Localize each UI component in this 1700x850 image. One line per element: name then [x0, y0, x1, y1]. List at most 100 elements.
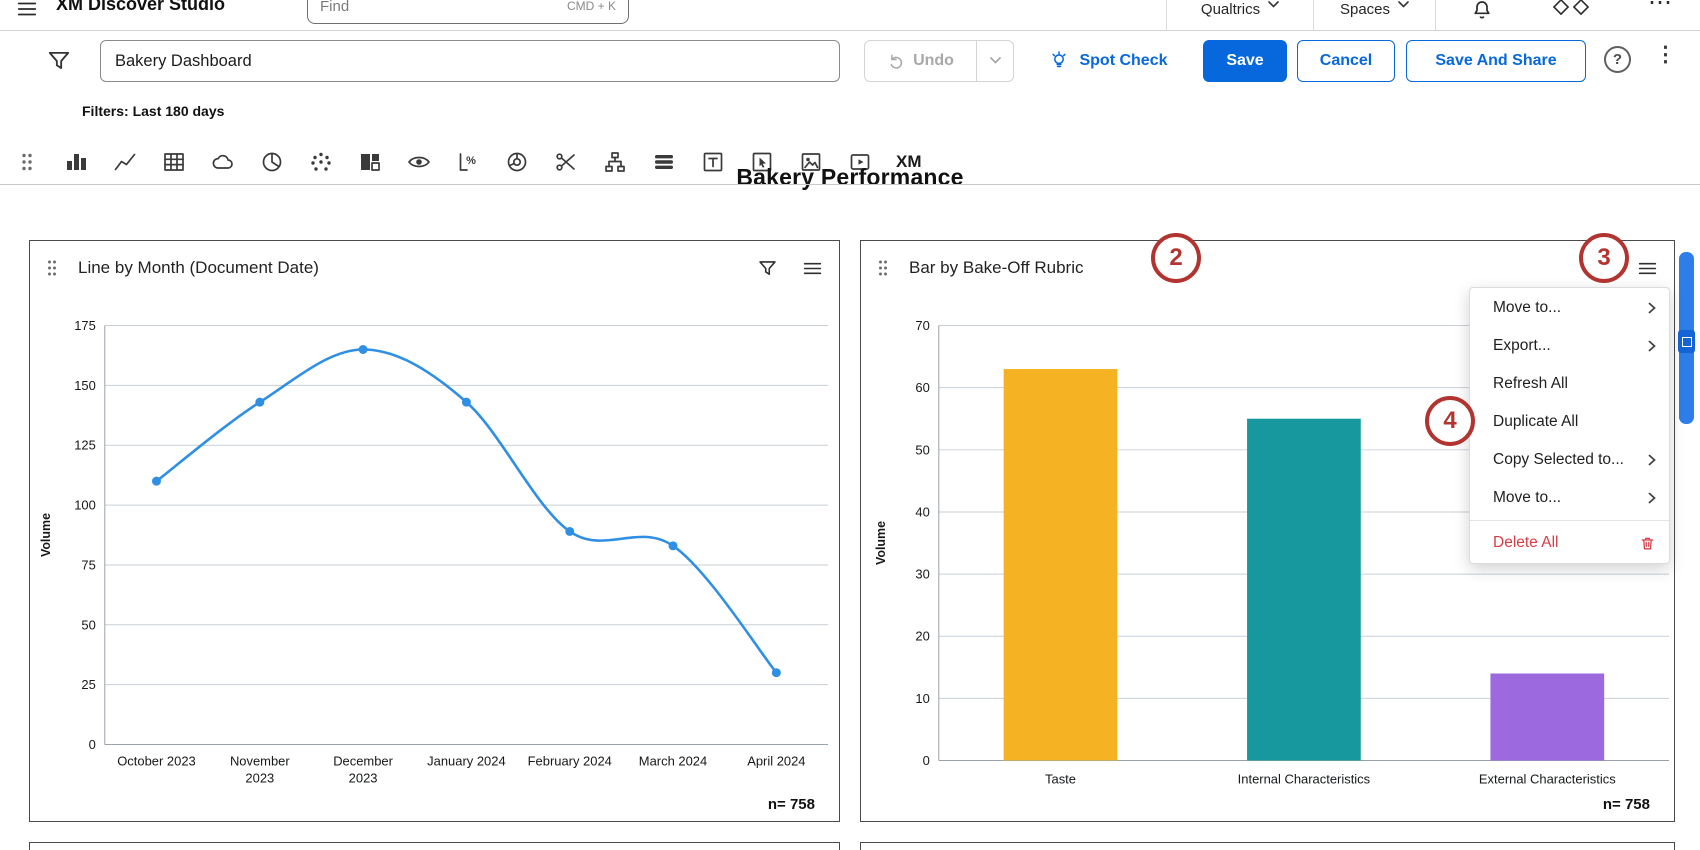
- widget-menu-icon[interactable]: [1637, 258, 1658, 279]
- widget-menu-icon[interactable]: [802, 258, 823, 279]
- svg-text:2023: 2023: [349, 770, 378, 785]
- xm-discover-studio-app: XM Discover Studio Find CMD + K Qualtric…: [0, 0, 1700, 850]
- spaces-dropdown[interactable]: Spaces: [1314, 0, 1436, 30]
- menu-item-refresh-all[interactable]: Refresh All: [1470, 365, 1669, 403]
- lightbulb-icon: [1048, 50, 1070, 72]
- menu-item-copy-selected-to[interactable]: Copy Selected to...: [1470, 441, 1669, 479]
- svg-text:Volume: Volume: [39, 513, 53, 557]
- undo-label: Undo: [913, 52, 954, 70]
- dashboard-header: Undo Spot Check Save Cancel Save And Sha…: [0, 30, 1700, 140]
- menu-divider: [1470, 520, 1669, 521]
- annotation-number: 2: [1169, 244, 1182, 272]
- diamond-icons[interactable]: [1548, 0, 1594, 27]
- annotation-circle-2: 2: [1151, 233, 1201, 283]
- svg-text:75: 75: [81, 557, 95, 572]
- app-menu-icon[interactable]: [16, 0, 38, 25]
- svg-text:40: 40: [915, 504, 929, 519]
- chevron-down-icon: [1398, 1, 1409, 9]
- widget-filter-icon[interactable]: [757, 258, 778, 279]
- find-shortcut-hint: CMD + K: [567, 0, 616, 13]
- svg-text:November: November: [230, 753, 290, 768]
- annotation-circle-3: 3: [1579, 233, 1629, 283]
- svg-text:175: 175: [74, 318, 96, 333]
- widget-context-menu: Move to... Export... Refresh All Duplica…: [1469, 287, 1670, 564]
- svg-text:0: 0: [923, 753, 930, 768]
- undo-button[interactable]: Undo: [865, 41, 976, 81]
- submenu-chevron-icon: [1648, 454, 1656, 466]
- svg-text:January 2024: January 2024: [427, 753, 506, 768]
- submenu-chevron-icon: [1648, 302, 1656, 314]
- next-row-widget-right: [860, 842, 1675, 850]
- bar-widget-title: Bar by Bake-Off Rubric: [909, 258, 1083, 278]
- svg-text:2023: 2023: [245, 770, 274, 785]
- svg-text:External Characteristics: External Characteristics: [1479, 771, 1616, 786]
- help-icon[interactable]: ?: [1604, 46, 1631, 73]
- menu-item-label: Duplicate All: [1493, 413, 1578, 431]
- line-widget[interactable]: Line by Month (Document Date) 0255075100…: [29, 240, 840, 822]
- svg-text:30: 30: [915, 567, 929, 582]
- scrollbar-handle-icon[interactable]: [1678, 330, 1695, 353]
- chevron-down-icon: [1268, 1, 1279, 9]
- cancel-label: Cancel: [1320, 52, 1372, 70]
- menu-item-delete-all[interactable]: Delete All: [1470, 524, 1669, 562]
- undo-history-caret[interactable]: [976, 41, 1013, 81]
- line-widget-title: Line by Month (Document Date): [78, 258, 319, 278]
- menu-item-label: Delete All: [1493, 534, 1558, 552]
- save-and-share-button[interactable]: Save And Share: [1406, 40, 1586, 82]
- svg-text:150: 150: [74, 378, 96, 393]
- svg-text:December: December: [333, 753, 393, 768]
- qualtrics-dropdown-label: Qualtrics: [1201, 1, 1260, 18]
- widget-drag-handle-icon[interactable]: [877, 259, 889, 277]
- svg-text:50: 50: [915, 442, 929, 457]
- trash-icon: [1639, 535, 1656, 552]
- line-sample-size: n= 758: [768, 796, 815, 813]
- qualtrics-dropdown[interactable]: Qualtrics: [1166, 0, 1314, 30]
- notifications-bell-icon[interactable]: [1470, 0, 1494, 27]
- submenu-chevron-icon: [1648, 340, 1656, 352]
- svg-text:20: 20: [915, 629, 929, 644]
- svg-text:60: 60: [915, 380, 929, 395]
- line-chart[interactable]: 0255075100125150175VolumeOctober 2023Nov…: [30, 295, 839, 800]
- spot-check-label: Spot Check: [1079, 52, 1167, 70]
- svg-text:70: 70: [915, 318, 929, 333]
- menu-item-label: Move to...: [1493, 299, 1561, 317]
- menu-item-move-to-2[interactable]: Move to...: [1470, 479, 1669, 517]
- svg-text:Taste: Taste: [1045, 771, 1076, 786]
- menu-item-duplicate-all[interactable]: Duplicate All: [1470, 403, 1669, 441]
- save-and-share-label: Save And Share: [1435, 52, 1556, 70]
- dashboard-name-input[interactable]: [100, 40, 840, 82]
- annotation-number: 3: [1597, 244, 1610, 272]
- menu-item-label: Move to...: [1493, 489, 1561, 507]
- menu-item-label: Copy Selected to...: [1493, 451, 1624, 469]
- widget-drag-handle-icon[interactable]: [46, 259, 58, 277]
- svg-text:50: 50: [81, 617, 95, 632]
- spaces-dropdown-label: Spaces: [1340, 1, 1390, 18]
- undo-button-group: Undo: [864, 40, 1014, 82]
- spot-check-button[interactable]: Spot Check: [1024, 40, 1192, 82]
- kebab-menu-icon[interactable]: ⋮: [1655, 42, 1676, 67]
- svg-text:Volume: Volume: [874, 521, 888, 565]
- svg-text:125: 125: [74, 438, 96, 453]
- svg-text:April 2024: April 2024: [747, 753, 805, 768]
- cancel-button[interactable]: Cancel: [1297, 40, 1395, 82]
- top-navigation-bar: XM Discover Studio Find CMD + K Qualtric…: [0, 0, 1700, 31]
- svg-text:February 2024: February 2024: [528, 753, 612, 768]
- menu-item-label: Refresh All: [1493, 375, 1568, 393]
- find-search-input[interactable]: Find CMD + K: [307, 0, 629, 24]
- svg-text:October 2023: October 2023: [117, 753, 196, 768]
- save-button[interactable]: Save: [1203, 40, 1287, 82]
- undo-icon: [887, 52, 905, 70]
- more-options-icon[interactable]: ⋯: [1648, 0, 1673, 17]
- page-title: Bakery Performance: [0, 164, 1700, 191]
- filters-summary: Filters: Last 180 days: [82, 103, 224, 119]
- dashboard-filter-icon[interactable]: [46, 48, 72, 79]
- svg-text:Internal Characteristics: Internal Characteristics: [1238, 771, 1371, 786]
- find-placeholder: Find: [320, 0, 349, 15]
- svg-text:100: 100: [74, 498, 96, 513]
- line-widget-header: Line by Month (Document Date): [30, 241, 839, 295]
- svg-text:0: 0: [89, 737, 96, 752]
- toolbar-separator: [0, 184, 1700, 185]
- menu-item-move-to[interactable]: Move to...: [1470, 289, 1669, 327]
- chevron-down-icon: [990, 57, 1001, 65]
- menu-item-export[interactable]: Export...: [1470, 327, 1669, 365]
